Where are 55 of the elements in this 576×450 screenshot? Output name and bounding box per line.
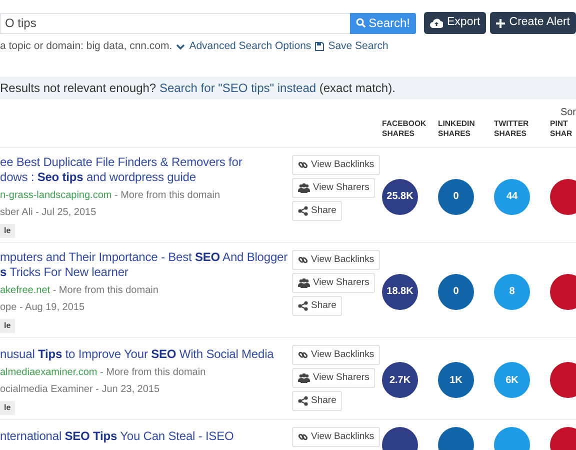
notice-text: Results not relevant enough? Search for "SEO tips" instead (exact match). <box>0 80 396 97</box>
view-sharers-button[interactable]: View Sharers <box>292 273 376 293</box>
view-sharers-button[interactable]: View Sharers <box>292 178 376 198</box>
share-count-circle: 44 <box>494 178 530 214</box>
view-backlinks-button[interactable]: View Backlinks <box>292 345 380 365</box>
view-sharers-button[interactable]: View Sharers <box>292 368 376 388</box>
link-icon <box>298 160 308 170</box>
exact-search-link[interactable]: Search for "SEO tips" instead <box>159 80 316 95</box>
users-icon <box>298 278 310 288</box>
result-domain-line: almediaexaminer.com - More from this domain <box>0 367 206 378</box>
result-title[interactable]: nusual Tips to Improve Your SEO With Social Media <box>0 347 274 362</box>
search-hint: a topic or domain: big data, cnn.com. <box>0 39 172 54</box>
share-count-circle: 1K <box>438 362 474 398</box>
chevron-down-icon <box>176 44 186 50</box>
share-count-circle: 0 <box>438 178 474 214</box>
result-byline: sber Ali - Jul 25, 2015 <box>0 207 96 218</box>
create-alert-button[interactable]: Create Alert <box>490 12 576 34</box>
share-count-circle: 0 <box>438 274 474 310</box>
share-icon <box>298 301 308 311</box>
cloud-upload-icon <box>430 18 444 28</box>
users-icon <box>298 183 310 193</box>
link-icon <box>298 255 308 265</box>
share-icon <box>298 396 308 406</box>
share-button[interactable]: Share <box>292 296 342 316</box>
export-button[interactable]: Export <box>424 12 486 34</box>
result-title[interactable]: ee Best Duplicate File Finders & Removers for dows : Seo tips and wordpress guide <box>0 155 242 185</box>
result-domain-line: n-grass-landscaping.com - More from this domain <box>0 190 220 201</box>
share-count-circle: 25.8K <box>382 178 418 214</box>
sort-label: Sor <box>560 106 576 118</box>
plus-icon <box>496 18 506 28</box>
advanced-search-link[interactable]: Advanced Search Options <box>176 39 312 55</box>
users-icon <box>298 373 310 383</box>
share-count-circle: 2.7K <box>382 362 418 398</box>
share-count-circle: 18.8K <box>382 274 418 310</box>
save-search-link[interactable]: Save Search <box>315 39 388 55</box>
result-domain-line: akefree.net - More from this domain <box>0 285 158 296</box>
share-icon <box>298 206 308 216</box>
search-field[interactable]: O tips <box>0 12 350 34</box>
share-count-circle: 8 <box>494 274 530 310</box>
view-backlinks-button[interactable]: View Backlinks <box>292 427 380 447</box>
result-title[interactable]: mputers and Their Importance - Best SEO And Blogger s Tricks For New learner <box>0 250 288 280</box>
share-button[interactable]: Share <box>292 391 342 411</box>
result-byline: ocialmedia Examiner - Jun 23, 2015 <box>0 384 160 395</box>
result-title[interactable]: nternational SEO Tips You Can Steal - ISEO <box>0 429 234 444</box>
link-icon <box>298 432 308 442</box>
result-byline: ope - Aug 19, 2015 <box>0 302 85 313</box>
search-icon <box>356 18 366 28</box>
share-button[interactable]: Share <box>292 201 342 221</box>
view-backlinks-button[interactable]: View Backlinks <box>292 250 380 270</box>
content-type-tag: le <box>0 401 15 415</box>
content-type-tag: le <box>0 224 15 238</box>
view-backlinks-button[interactable]: View Backlinks <box>292 155 380 175</box>
link-icon <box>298 350 308 360</box>
content-type-tag: le <box>0 319 15 333</box>
share-count-circle: 6K <box>494 362 530 398</box>
